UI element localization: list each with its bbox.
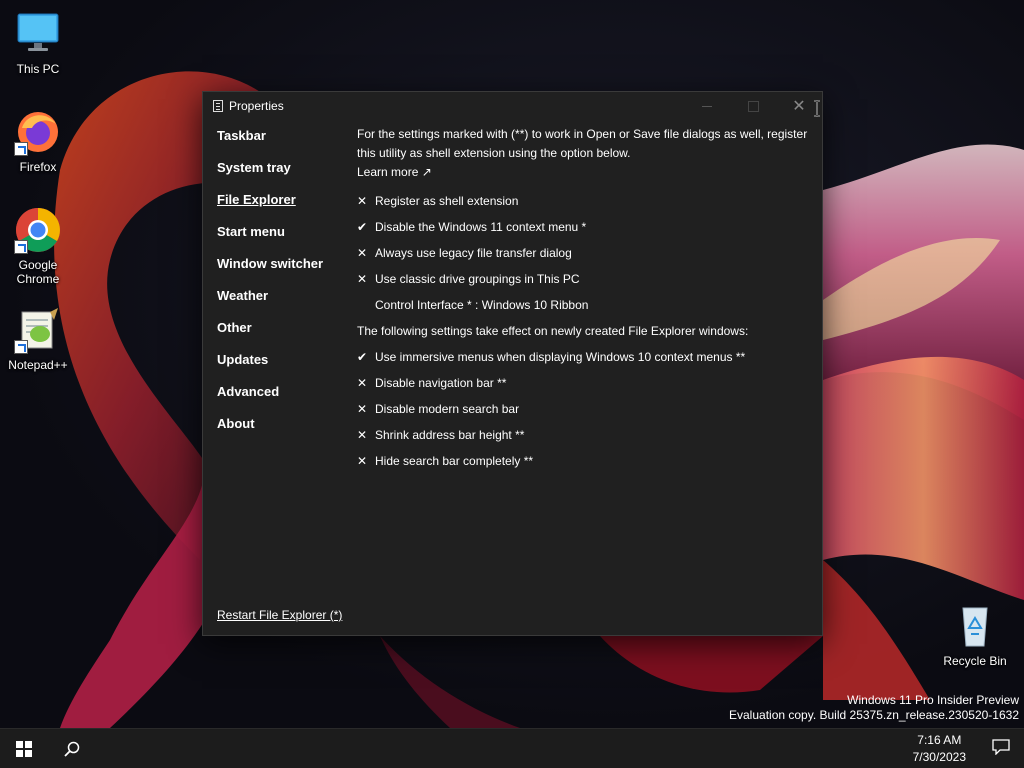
ibeam-cursor-icon <box>814 100 820 117</box>
recycle-bin-icon <box>951 602 999 650</box>
clock-time: 7:16 AM <box>917 733 962 747</box>
sidebar-item-about[interactable]: About <box>217 416 347 448</box>
checkmark-icon <box>357 220 375 234</box>
sidebar-item-system-tray[interactable]: System tray <box>217 160 347 192</box>
option-disable-modern-search-bar[interactable]: Disable modern search bar <box>357 396 812 422</box>
desktop-icon-this-pc[interactable]: This PC <box>0 10 76 76</box>
desktop-icon-label: Recycle Bin <box>943 654 1007 668</box>
firefox-icon <box>14 108 62 156</box>
option-disable-win11-context-menu[interactable]: Disable the Windows 11 context menu * <box>357 214 812 240</box>
notification-center-icon[interactable] <box>992 739 1010 755</box>
option-label: Use immersive menus when displaying Wind… <box>375 350 746 364</box>
search-icon <box>64 741 80 757</box>
option-disable-navigation-bar[interactable]: Disable navigation bar ** <box>357 370 812 396</box>
option-label: Register as shell extension <box>375 194 519 208</box>
shortcut-arrow-icon <box>14 340 28 354</box>
desktop-icon-label: Firefox <box>19 160 57 174</box>
unchecked-x-icon <box>357 402 375 416</box>
restart-file-explorer-link[interactable]: Restart File Explorer (*) <box>217 608 342 622</box>
desktop-icon-label: This PC <box>16 62 60 76</box>
checkmark-icon <box>357 350 375 364</box>
unchecked-x-icon <box>357 376 375 390</box>
window-title: Properties <box>229 99 284 113</box>
option-hide-search-bar[interactable]: Hide search bar completely ** <box>357 448 812 474</box>
watermark-build: Evaluation copy. Build 25375.zn_release.… <box>729 708 1019 722</box>
new-windows-heading: The following settings take effect on ne… <box>357 324 749 338</box>
learn-more-link[interactable]: Learn more ↗ <box>357 164 812 188</box>
unchecked-x-icon <box>357 272 375 286</box>
sidebar-item-updates[interactable]: Updates <box>217 352 347 384</box>
evaluation-watermark: Windows 11 Pro Insider Preview Evaluatio… <box>729 693 1019 723</box>
option-label: Use classic drive groupings in This PC <box>375 272 580 286</box>
watermark-edition: Windows 11 Pro Insider Preview <box>847 693 1019 707</box>
shell-extension-note: For the settings marked with (**) to wor… <box>357 127 808 160</box>
option-label: Shrink address bar height ** <box>375 428 525 442</box>
window-controls: ✕ <box>684 92 822 120</box>
option-shrink-address-bar[interactable]: Shrink address bar height ** <box>357 422 812 448</box>
properties-window[interactable]: Properties ✕ Taskbar System tray File Ex… <box>202 91 823 636</box>
option-label: Always use legacy file transfer dialog <box>375 246 572 260</box>
clock-date: 7/30/2023 <box>912 750 966 764</box>
option-classic-drive-groupings[interactable]: Use classic drive groupings in This PC <box>357 266 812 292</box>
monitor-icon <box>14 10 62 58</box>
option-immersive-menus[interactable]: Use immersive menus when displaying Wind… <box>357 344 812 370</box>
sidebar-item-start-menu[interactable]: Start menu <box>217 224 347 256</box>
option-control-interface[interactable]: Control Interface * : Windows 10 Ribbon <box>357 292 812 318</box>
shortcut-arrow-icon <box>14 240 28 254</box>
taskbar: 7:16 AM 7/30/2023 <box>0 728 1024 768</box>
windows-logo-icon <box>16 741 32 757</box>
option-label: Disable navigation bar ** <box>375 376 507 390</box>
sidebar-item-file-explorer[interactable]: File Explorer <box>217 192 347 224</box>
desktop-icon-recycle-bin[interactable]: Recycle Bin <box>937 602 1013 668</box>
option-legacy-file-transfer-dialog[interactable]: Always use legacy file transfer dialog <box>357 240 812 266</box>
shortcut-arrow-icon <box>14 142 28 156</box>
taskbar-clock[interactable]: 7:16 AM 7/30/2023 <box>913 732 966 766</box>
option-register-shell-extension[interactable]: Register as shell extension <box>357 188 812 214</box>
unchecked-x-icon <box>357 246 375 260</box>
unchecked-x-icon <box>357 428 375 442</box>
unchecked-x-icon <box>357 454 375 468</box>
option-label: Disable the Windows 11 context menu * <box>375 220 587 234</box>
desktop-icon-notepad-plus-plus[interactable]: Notepad++ <box>0 306 76 372</box>
maximize-button[interactable] <box>730 92 776 120</box>
desktop-icon-firefox[interactable]: Firefox <box>0 108 76 174</box>
sidebar-item-weather[interactable]: Weather <box>217 288 347 320</box>
minimize-button[interactable] <box>684 92 730 120</box>
option-label: Control Interface * : Windows 10 Ribbon <box>375 298 589 312</box>
unchecked-x-icon <box>357 194 375 208</box>
notepad-plus-plus-icon <box>14 306 62 354</box>
file-explorer-settings: For the settings marked with (**) to wor… <box>357 125 812 474</box>
sidebar-item-window-switcher[interactable]: Window switcher <box>217 256 347 288</box>
properties-app-icon <box>213 100 223 112</box>
start-button[interactable] <box>0 729 48 768</box>
close-icon: ✕ <box>792 98 806 115</box>
desktop-icon-google-chrome[interactable]: Google Chrome <box>0 206 76 286</box>
desktop-icon-label: Google Chrome <box>16 258 60 286</box>
desktop-icon-label: Notepad++ <box>8 358 68 372</box>
sidebar-item-taskbar[interactable]: Taskbar <box>217 128 347 160</box>
search-button[interactable] <box>48 729 96 768</box>
chrome-icon <box>14 206 62 254</box>
option-label: Disable modern search bar <box>375 402 520 416</box>
settings-sidebar: Taskbar System tray File Explorer Start … <box>217 128 347 448</box>
option-label: Hide search bar completely ** <box>375 454 534 468</box>
sidebar-item-advanced[interactable]: Advanced <box>217 384 347 416</box>
sidebar-item-other[interactable]: Other <box>217 320 347 352</box>
